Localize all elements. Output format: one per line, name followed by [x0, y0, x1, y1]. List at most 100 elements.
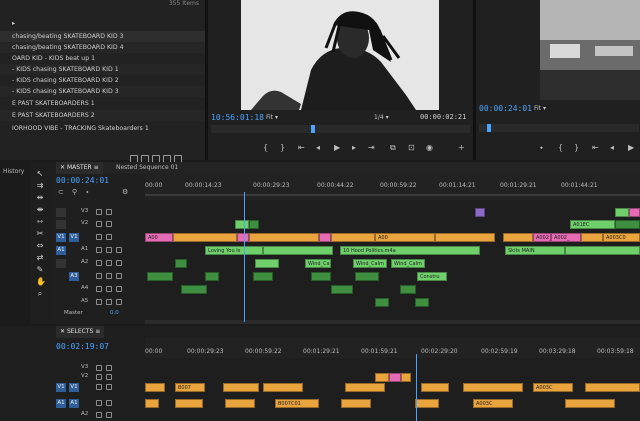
- add-marker-icon[interactable]: ⬩: [86, 188, 89, 197]
- play-icon[interactable]: ▶: [628, 143, 634, 152]
- clip[interactable]: [565, 246, 640, 255]
- bin-item[interactable]: ▸: [0, 18, 205, 29]
- source-patch[interactable]: [56, 220, 66, 229]
- lock-icon[interactable]: [96, 374, 102, 380]
- clip[interactable]: [503, 233, 533, 242]
- work-area-bar[interactable]: [145, 194, 640, 196]
- ripple-edit-icon[interactable]: ⇹: [36, 194, 44, 202]
- clip[interactable]: [225, 399, 255, 408]
- go-to-in-icon[interactable]: ⇤: [592, 143, 599, 152]
- lock-icon[interactable]: [96, 221, 102, 227]
- clip[interactable]: [331, 233, 375, 242]
- eye-icon[interactable]: [106, 374, 112, 380]
- bin-item[interactable]: OARD KID - KIDS beat up 1: [0, 53, 205, 64]
- clip[interactable]: [585, 383, 640, 392]
- bin-item[interactable]: - KIDS chasing SKATEBOARD KID 1: [0, 64, 205, 75]
- track-lane-a3[interactable]: Constru: [145, 271, 640, 282]
- source-fit-dropdown[interactable]: Fit ▾: [266, 114, 278, 121]
- clip[interactable]: [341, 399, 371, 408]
- clip[interactable]: Wind_Calm: [305, 259, 331, 268]
- selects-lane-v1[interactable]: B007 A003C: [145, 382, 640, 393]
- clip[interactable]: [147, 272, 173, 281]
- solo-icon[interactable]: [116, 260, 122, 266]
- clip[interactable]: [175, 259, 187, 268]
- mark-out-icon[interactable]: }: [280, 143, 285, 152]
- source-timecode[interactable]: 10:56:01:18: [211, 113, 264, 122]
- insert-icon[interactable]: ⧉: [390, 143, 396, 153]
- rate-stretch-icon[interactable]: ⇿: [36, 218, 44, 226]
- tab-selects[interactable]: ✕ SELECTS ≡: [56, 326, 105, 338]
- clip[interactable]: [253, 272, 273, 281]
- solo-icon[interactable]: [116, 273, 122, 279]
- clip[interactable]: B007C01: [275, 399, 319, 408]
- clip[interactable]: [249, 220, 259, 229]
- program-scrubber[interactable]: [479, 124, 639, 132]
- mute-icon[interactable]: [106, 286, 112, 292]
- lock-icon[interactable]: [96, 209, 102, 215]
- clip[interactable]: A003C: [473, 399, 513, 408]
- clip[interactable]: A002_: [533, 233, 551, 242]
- clip[interactable]: [435, 233, 495, 242]
- lock-icon[interactable]: [96, 299, 102, 305]
- track-lane-v2[interactable]: A01EC: [145, 219, 640, 230]
- clip[interactable]: Skits MAIN: [505, 246, 565, 255]
- source-patch[interactable]: [56, 208, 66, 217]
- timeline-ruler[interactable]: 00:00 00:00:14:23 00:00:29:23 00:00:44:2…: [145, 174, 640, 200]
- lock-icon[interactable]: [96, 286, 102, 292]
- lock-icon[interactable]: [96, 260, 102, 266]
- track-target[interactable]: A1: [69, 399, 79, 408]
- slide-icon[interactable]: ⇄: [36, 254, 44, 262]
- clip[interactable]: [475, 208, 485, 217]
- bin-item[interactable]: E PAST SKATEBOARDERS 2: [0, 110, 205, 121]
- solo-icon[interactable]: [116, 247, 122, 253]
- mark-in-icon[interactable]: {: [263, 143, 268, 152]
- clip[interactable]: A003C: [533, 383, 573, 392]
- lock-icon[interactable]: [96, 365, 102, 371]
- clip[interactable]: [175, 399, 203, 408]
- selects-ruler[interactable]: 00:00 00:00:29:23 00:00:59:22 00:01:29:2…: [145, 338, 640, 358]
- mark-out-icon[interactable]: }: [574, 143, 579, 152]
- tab-nested-sequence[interactable]: Nested Sequence 01: [112, 162, 182, 174]
- marker-icon[interactable]: ⬩: [540, 143, 543, 153]
- source-playhead[interactable]: [311, 125, 315, 133]
- lock-icon[interactable]: [96, 234, 102, 240]
- clip[interactable]: Constru: [417, 272, 447, 281]
- clip[interactable]: [375, 298, 389, 307]
- clip[interactable]: [249, 233, 319, 242]
- clip[interactable]: [181, 285, 207, 294]
- clip[interactable]: [345, 383, 385, 392]
- lock-icon[interactable]: [96, 400, 102, 406]
- source-scrubber[interactable]: [211, 125, 470, 133]
- step-back-icon[interactable]: ◂: [316, 143, 320, 152]
- tab-master[interactable]: ✕ MASTER ≡: [56, 162, 103, 174]
- timeline-scrollbar[interactable]: [145, 320, 640, 324]
- bin-item[interactable]: chasing/beating SKATEBOARD KID 3: [0, 31, 205, 42]
- eye-icon[interactable]: [106, 365, 112, 371]
- selects-lane-a1[interactable]: B007C01 A003C: [145, 398, 640, 409]
- track-target[interactable]: A3: [69, 272, 79, 281]
- track-lane-a5[interactable]: [145, 297, 640, 308]
- clip[interactable]: A003C0: [603, 233, 640, 242]
- clip[interactable]: [629, 208, 640, 217]
- bin-item[interactable]: - KIDS chasing SKATEBOARD KID 2: [0, 75, 205, 86]
- bin-item[interactable]: - KIDS chasing SKATEBOARD KID 3: [0, 86, 205, 97]
- clip[interactable]: [263, 383, 303, 392]
- track-lane-a2[interactable]: Wind_Calm Wind_Calm Wind_Calm: [145, 258, 640, 269]
- mute-icon[interactable]: [106, 412, 112, 418]
- lock-icon[interactable]: [96, 384, 102, 390]
- eye-icon[interactable]: [106, 234, 112, 240]
- mute-icon[interactable]: [106, 299, 112, 305]
- play-icon[interactable]: ▶: [334, 143, 340, 152]
- mute-icon[interactable]: [106, 273, 112, 279]
- track-target[interactable]: V1: [69, 383, 79, 392]
- source-patch[interactable]: A1: [56, 246, 66, 255]
- mark-in-icon[interactable]: {: [558, 143, 563, 152]
- snap-icon[interactable]: ⊂: [58, 188, 64, 196]
- clip[interactable]: [145, 399, 159, 408]
- clip[interactable]: 10 Hood Politics.m4a: [340, 246, 480, 255]
- clip[interactable]: Loving You Is: [205, 246, 263, 255]
- slip-icon[interactable]: ⇔: [36, 242, 44, 250]
- clip[interactable]: [319, 233, 331, 242]
- go-to-in-icon[interactable]: ⇤: [298, 143, 305, 152]
- source-patch[interactable]: V1: [56, 383, 66, 392]
